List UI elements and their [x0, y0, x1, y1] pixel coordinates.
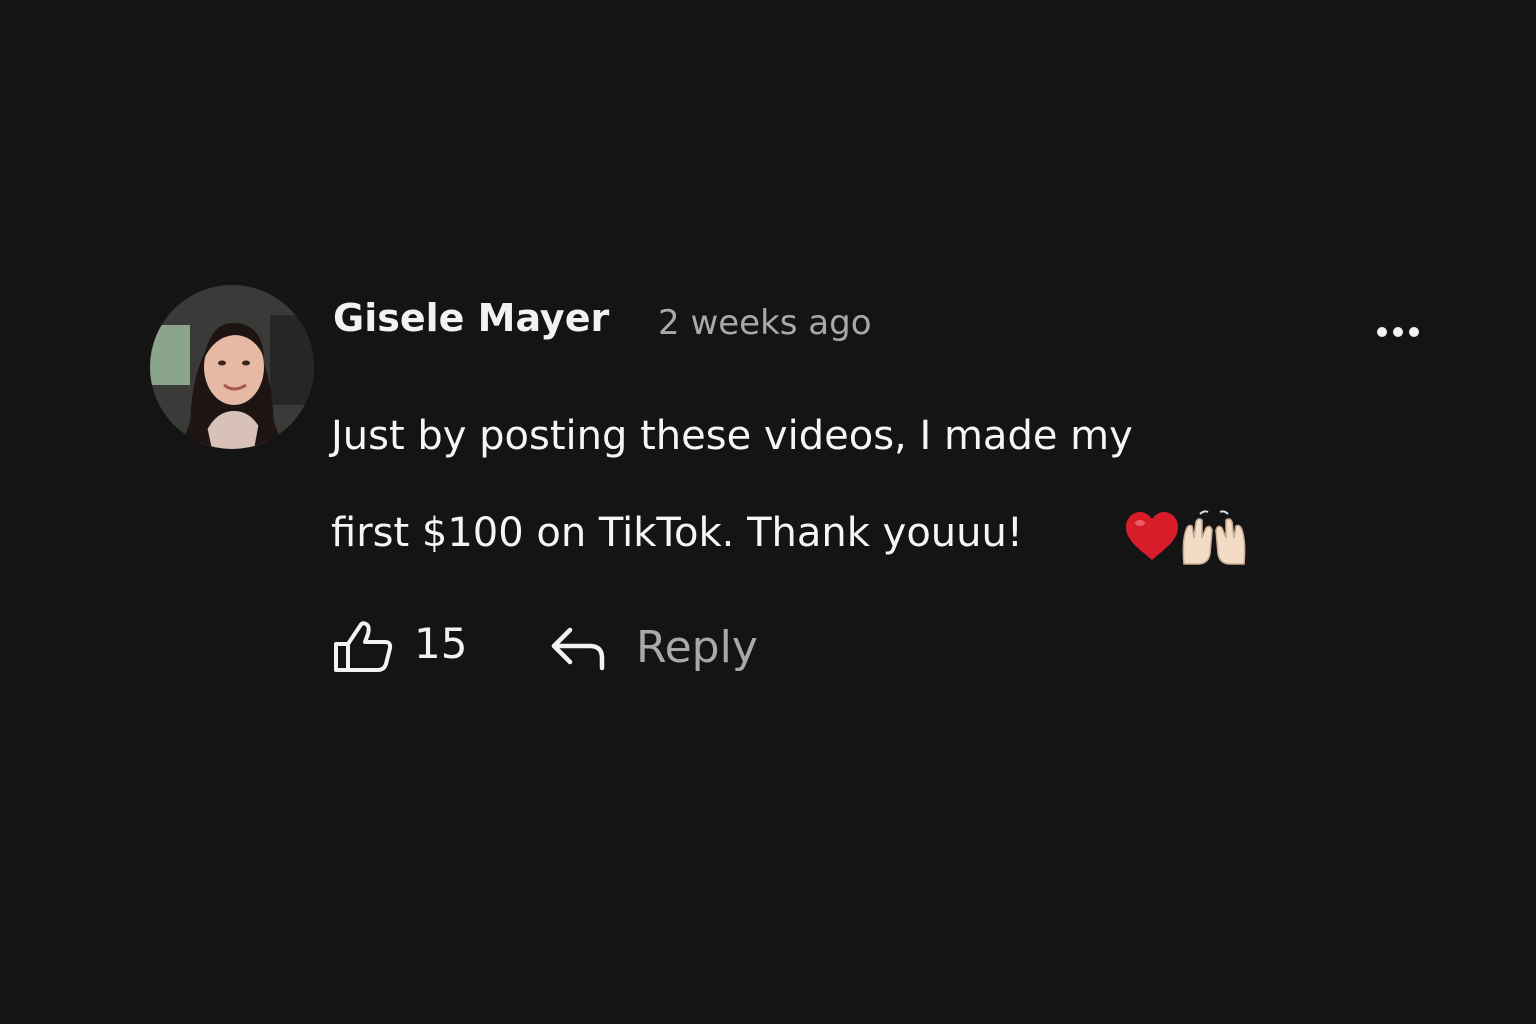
comment-text-line-1: Just by posting these videos, I made my — [331, 413, 1133, 459]
reply-button[interactable]: Reply — [550, 620, 790, 684]
avatar[interactable] — [150, 285, 314, 449]
more-horizontal-icon — [1377, 327, 1419, 337]
comment-emojis — [1124, 508, 1246, 568]
reply-arrow-icon — [551, 627, 605, 671]
thumbs-up-icon — [334, 621, 393, 672]
more-options-button[interactable] — [1372, 318, 1424, 346]
red-heart-icon — [1126, 512, 1178, 560]
comment-text-line-2: first $100 on TikTok. Thank youuu! — [331, 510, 1023, 556]
like-button[interactable] — [331, 618, 397, 674]
avatar-image — [150, 285, 314, 449]
comment-timestamp: 2 weeks ago — [658, 303, 872, 343]
like-count: 15 — [414, 619, 468, 668]
reply-label: Reply — [636, 622, 758, 673]
raising-hands-icon — [1182, 510, 1246, 565]
comment-screen: Gisele Mayer 2 weeks ago Just by posting… — [0, 0, 1536, 1024]
author-name[interactable]: Gisele Mayer — [333, 296, 609, 340]
